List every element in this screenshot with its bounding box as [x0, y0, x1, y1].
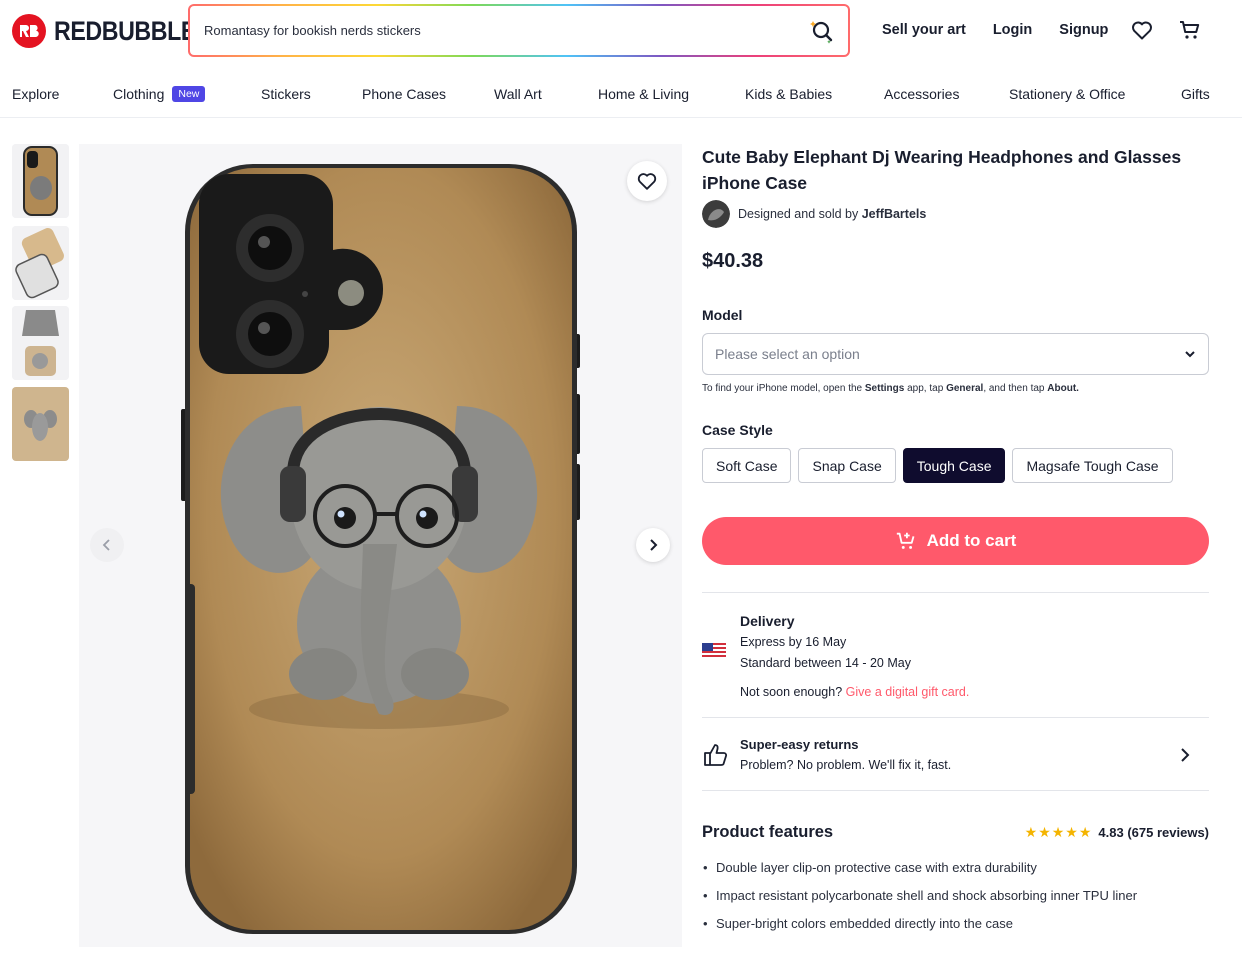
star-rating-icon: ★★★★★ [1024, 824, 1093, 840]
new-badge: New [172, 86, 206, 102]
nav-gifts[interactable]: Gifts [1181, 86, 1210, 102]
nav-stationery-office[interactable]: Stationery & Office [1009, 86, 1125, 102]
list-item: Impact resistant polycarbonate shell and… [702, 888, 1209, 903]
features-list: Double layer clip-on protective case wit… [702, 860, 1209, 931]
thumbnail-3[interactable] [12, 306, 69, 380]
nav-explore[interactable]: Explore [12, 86, 59, 102]
returns-row[interactable]: Super-easy returns Problem? No problem. … [702, 718, 1209, 790]
returns-title: Super-easy returns [740, 737, 859, 752]
product-main-image [79, 144, 682, 947]
site-header: REDBUBBLE Sell your art Login Signup [0, 0, 1242, 62]
nav-wall-art[interactable]: Wall Art [494, 86, 542, 102]
thumbs-up-icon [702, 742, 728, 775]
search-input[interactable] [204, 23, 802, 38]
us-flag-icon [702, 643, 726, 666]
rating-text: 4.83 (675 reviews) [1098, 825, 1209, 840]
product-details-panel: Cute Baby Elephant Dj Wearing Headphones… [702, 144, 1209, 944]
nav-kids-babies[interactable]: Kids & Babies [745, 86, 832, 102]
case-style-options: Soft Case Snap Case Tough Case Magsafe T… [702, 448, 1209, 483]
nav-clothing[interactable]: Clothing New [113, 86, 206, 102]
returns-subtitle: Problem? No problem. We'll fix it, fast. [740, 758, 952, 772]
chevron-right-icon [650, 539, 658, 551]
model-select-placeholder: Please select an option [715, 346, 860, 362]
gift-card-line: Not soon enough? Give a digital gift car… [740, 685, 970, 699]
previous-image-button[interactable] [90, 528, 124, 562]
cart-icon[interactable] [1178, 18, 1202, 47]
search-bar [188, 4, 850, 57]
model-hint: To find your iPhone model, open the Sett… [702, 383, 1079, 394]
add-cart-icon [896, 532, 915, 549]
delivery-title: Delivery [740, 613, 795, 629]
product-title: Cute Baby Elephant Dj Wearing Headphones… [702, 147, 1182, 193]
case-style-snap[interactable]: Snap Case [798, 448, 896, 483]
delivery-standard: Standard between 14 - 20 May [740, 656, 911, 670]
divider [702, 790, 1209, 791]
case-style-magsafe-tough[interactable]: Magsafe Tough Case [1012, 448, 1173, 483]
thumbnail-4-selected[interactable] [12, 387, 69, 461]
model-select[interactable]: Please select an option [702, 333, 1209, 375]
seller-avatar[interactable] [702, 200, 730, 228]
chevron-down-icon [1185, 351, 1195, 358]
case-style-soft[interactable]: Soft Case [702, 448, 792, 483]
chevron-left-icon [102, 539, 110, 551]
seller-line: Designed and sold by JeffBartels [702, 200, 1209, 228]
nav-accessories[interactable]: Accessories [884, 86, 959, 102]
phone-case-illustration [181, 164, 580, 934]
list-item: Double layer clip-on protective case wit… [702, 860, 1209, 875]
delivery-info: Delivery Express by 16 May Standard betw… [702, 593, 1209, 717]
delivery-express: Express by 16 May [740, 635, 847, 649]
category-nav: Explore Clothing New Stickers Phone Cases… [0, 78, 1242, 118]
nav-stickers[interactable]: Stickers [261, 86, 311, 102]
thumbnail-1[interactable] [12, 144, 69, 218]
favorite-heart-button[interactable] [627, 161, 667, 201]
seller-prefix: Designed and sold by [738, 207, 859, 221]
heart-icon [637, 173, 657, 190]
sell-your-art-link[interactable]: Sell your art [882, 22, 966, 38]
add-to-cart-label: Add to cart [926, 531, 1017, 550]
gift-card-link[interactable]: Give a digital gift card. [846, 685, 970, 699]
login-link[interactable]: Login [993, 22, 1032, 38]
product-features-title: Product features [702, 823, 834, 841]
chevron-right-icon [1179, 748, 1191, 769]
list-item: Super-bright colors embedded directly in… [702, 916, 1209, 931]
wishlist-heart-icon[interactable] [1130, 18, 1154, 47]
redbubble-logo-icon [12, 14, 46, 48]
case-style-label: Case Style [702, 422, 773, 438]
search-icon[interactable] [802, 11, 842, 51]
brand-wordmark: REDBUBBLE [54, 15, 196, 46]
nav-clothing-label: Clothing [113, 86, 165, 102]
model-label: Model [702, 307, 743, 323]
signup-link[interactable]: Signup [1059, 22, 1108, 38]
rating-summary[interactable]: ★★★★★ 4.83 (675 reviews) [1025, 824, 1209, 841]
nav-home-living[interactable]: Home & Living [598, 86, 689, 102]
seller-name-link[interactable]: JeffBartels [862, 207, 927, 221]
nav-phone-cases[interactable]: Phone Cases [362, 86, 446, 102]
add-to-cart-button[interactable]: Add to cart [702, 517, 1209, 565]
thumbnail-2[interactable] [12, 226, 69, 300]
product-price: $40.38 [702, 250, 764, 272]
case-style-tough-selected[interactable]: Tough Case [902, 448, 1006, 483]
next-image-button[interactable] [636, 528, 670, 562]
